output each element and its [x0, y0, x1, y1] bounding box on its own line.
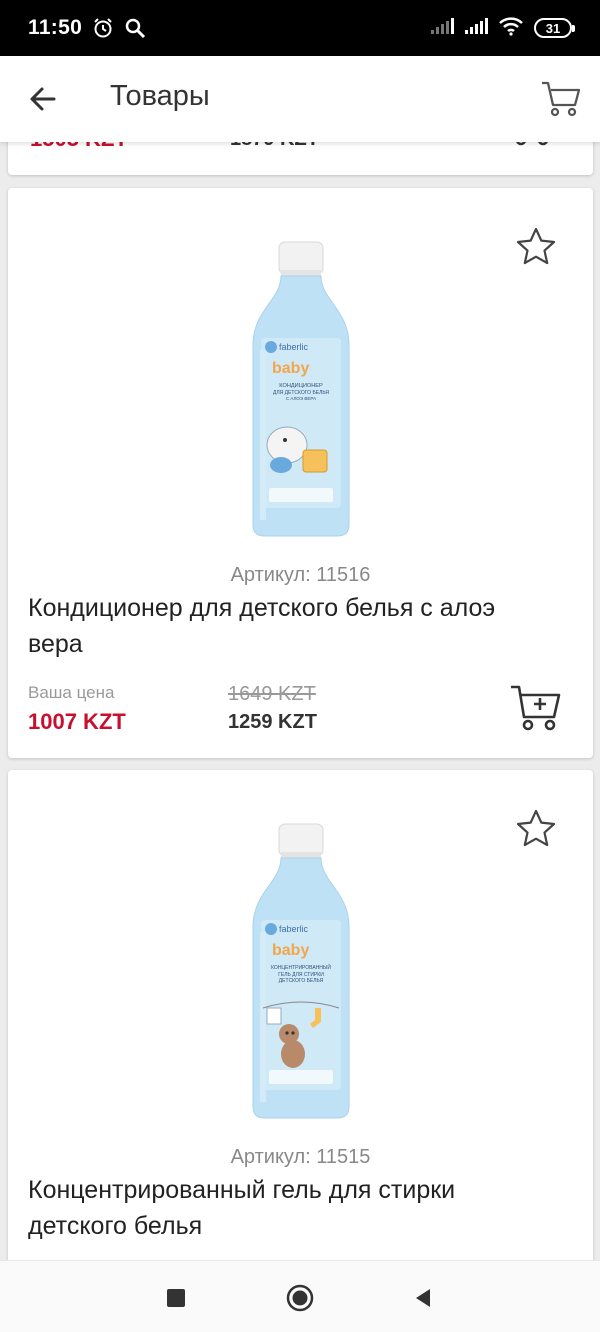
- product-name[interactable]: Кондиционер для детского белья с алоэ ве…: [28, 590, 553, 662]
- old-price-value: 1649 KZT: [228, 683, 316, 705]
- favorite-star-icon[interactable]: [515, 226, 557, 268]
- product-card[interactable]: faberlic baby КОНЦЕНТРИРОВАННЫЙ ГЕЛЬ ДЛЯ…: [8, 770, 593, 1260]
- favorite-star-icon[interactable]: [515, 808, 557, 850]
- back-arrow-icon[interactable]: [26, 82, 60, 116]
- add-to-cart-icon[interactable]: [509, 142, 555, 150]
- product-card[interactable]: 1503 KZT 1879 KZT: [8, 142, 593, 175]
- product-image[interactable]: faberlic baby КОНДИЦИОНЕР ДЛЯ ДЕТСКОГО Б…: [241, 240, 361, 540]
- home-button[interactable]: [285, 1283, 315, 1313]
- bottle-text-3: ДЕТСКОГО БЕЛЬЯ: [279, 978, 324, 984]
- app-bar: Товары: [0, 56, 600, 142]
- article-number: Артикул: 11516: [230, 564, 371, 586]
- your-price-label: Ваша цена: [28, 683, 115, 702]
- add-to-cart-icon[interactable]: [509, 684, 563, 732]
- system-nav-bar: [0, 1260, 600, 1332]
- bottle-brand: faberlic: [279, 924, 309, 934]
- status-bar: 11:50 31: [0, 0, 600, 56]
- wifi-icon: [498, 16, 524, 41]
- product-list[interactable]: 1503 KZT 1879 KZT faberlic baby КОНДИЦИО…: [0, 142, 600, 1260]
- article-number: Артикул: 11515: [230, 1146, 371, 1168]
- bottle-text-1: КОНЦЕНТРИРОВАННЫЙ: [271, 963, 331, 971]
- bottle-line: baby: [272, 942, 309, 959]
- product-name[interactable]: Концентрированный гель для стирки детско…: [28, 1172, 553, 1244]
- product-image[interactable]: faberlic baby КОНЦЕНТРИРОВАННЫЙ ГЕЛЬ ДЛЯ…: [241, 822, 361, 1122]
- page-title: Товары: [110, 80, 210, 112]
- your-price-value: 1007 KZT: [28, 709, 126, 734]
- product-card[interactable]: faberlic baby КОНДИЦИОНЕР ДЛЯ ДЕТСКОГО Б…: [8, 188, 593, 758]
- battery-icon: 31: [534, 18, 575, 38]
- battery-level: 31: [545, 20, 561, 36]
- cart-icon[interactable]: [540, 78, 582, 118]
- price-value: 1259 KZT: [228, 711, 317, 733]
- your-price-value: 1503 KZT: [30, 142, 128, 152]
- search-icon: [124, 17, 146, 39]
- back-button[interactable]: [408, 1283, 438, 1313]
- bottle-line: baby: [272, 360, 309, 377]
- price-value: 1879 KZT: [230, 142, 319, 151]
- status-time: 11:50: [28, 16, 83, 39]
- bottle-brand: faberlic: [279, 342, 309, 352]
- signal-icon: [430, 17, 454, 40]
- alarm-icon: [92, 17, 114, 39]
- bottle-text-1: КОНДИЦИОНЕР: [279, 383, 323, 389]
- signal-icon-2: [464, 17, 488, 40]
- recent-apps-button[interactable]: [161, 1283, 191, 1313]
- bottle-text-3: С АЛОЭ ВЕРА: [286, 396, 316, 401]
